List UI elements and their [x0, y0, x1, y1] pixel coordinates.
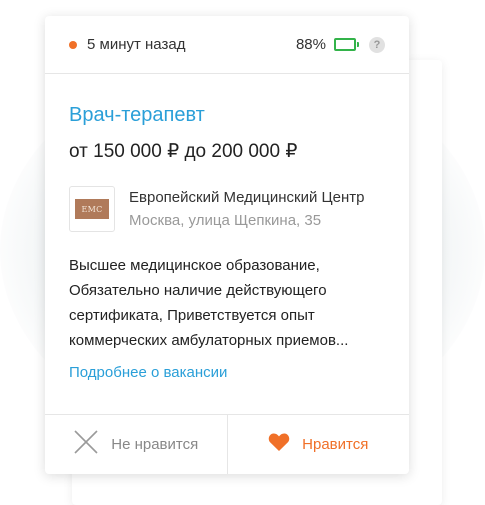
employer-name: Европейский Медицинский Центр — [129, 189, 365, 206]
dislike-button[interactable]: Не нравится — [45, 415, 227, 474]
more-about-vacancy-link[interactable]: Подробнее о вакансии — [69, 364, 385, 381]
card-header: 5 минут назад 88% ? — [45, 16, 409, 74]
employer-info: Европейский Медицинский Центр Москва, ул… — [129, 186, 364, 231]
employer-logo-mark: EMC — [75, 199, 109, 219]
description-line: коммерческих амбулаторных приемов... — [69, 332, 349, 349]
description-line: Обязательно наличие действующего — [69, 282, 327, 299]
battery-percent: 88% — [295, 36, 326, 53]
employer-logo: EMC — [69, 186, 115, 232]
description-line: Высшее медицинское образование, — [69, 257, 320, 274]
employer-address: Москва, улица Щепкина, 35 — [129, 212, 322, 229]
description-line: сертификата, Приветствуется опыт — [69, 307, 315, 324]
job-title-link[interactable]: Врач-терапевт — [69, 102, 385, 128]
heart-icon — [268, 432, 290, 457]
employer: EMC Европейский Медицинский Центр Москва… — [69, 186, 385, 232]
card-body: Врач-терапевт от 150 000 ₽ до 200 000 ₽ … — [45, 74, 409, 381]
vacancy-card: 5 минут назад 88% ? Врач-терапевт от 150… — [45, 16, 409, 474]
like-label: Нравится — [302, 436, 369, 453]
close-icon — [73, 429, 99, 460]
salary: от 150 000 ₽ до 200 000 ₽ — [69, 141, 298, 162]
help-icon[interactable]: ? — [369, 36, 385, 53]
time-ago: 5 минут назад — [87, 36, 186, 53]
status-dot-icon — [69, 40, 77, 49]
dislike-label: Не нравится — [111, 436, 199, 453]
battery-icon — [334, 38, 359, 51]
vacancy-description: Высшее медицинское образование, Обязател… — [69, 253, 385, 353]
card-actions: Не нравится Нравится — [45, 414, 409, 474]
like-button[interactable]: Нравится — [226, 415, 410, 474]
